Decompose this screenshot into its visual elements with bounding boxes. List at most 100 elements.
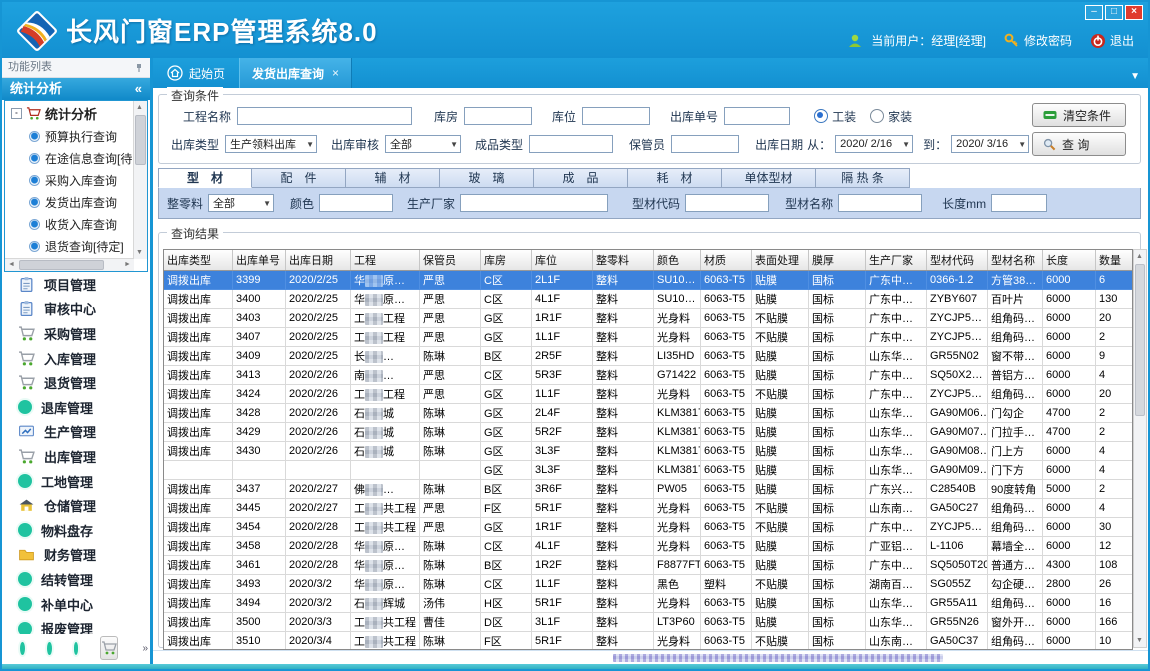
column-header[interactable]: 库房 [481,250,532,271]
table-row[interactable]: 调拨出库34612020/2/28华原…陈琳B区1R2F整料F8877FT606… [164,556,1133,575]
scroll-down-icon[interactable]: ▼ [1134,635,1145,646]
tree-root[interactable]: - 统计分析 [5,101,134,125]
table-row[interactable]: 调拨出库34452020/2/27工共工程严思F区5R1F整料光身料6063-T… [164,499,1133,518]
module-dot-icon[interactable] [74,642,79,655]
sidebar-item-项目管理[interactable]: 项目管理 [4,272,148,297]
material-tab-1[interactable]: 型 材 [158,168,252,188]
table-row[interactable]: 调拨出库34302020/2/26石城陈琳G区3L3F整料KLM38176063… [164,442,1133,461]
scroll-thumb[interactable] [19,260,104,270]
close-button[interactable]: × [1125,5,1143,20]
column-header[interactable]: 库位 [532,250,593,271]
tab-home[interactable]: 起始页 [153,58,239,88]
tab-overflow-icon[interactable]: ▼ [1130,71,1140,82]
section-header[interactable]: 统计分析 « [2,78,150,100]
table-row[interactable]: 调拨出库33992020/2/25华原…严思C区2L1F整料SU10…6063-… [164,271,1133,290]
change-password-button[interactable]: 修改密码 [1004,32,1072,49]
sidebar-item-财务管理[interactable]: 财务管理 [4,543,148,568]
tree-item[interactable]: 发货出库查询 [5,191,134,213]
pin-icon[interactable] [134,63,144,73]
column-header[interactable]: 膜厚 [809,250,866,271]
color-input[interactable] [319,194,393,212]
length-input[interactable] [991,194,1047,212]
material-tab-7[interactable]: 单体型材 [722,168,816,188]
sidebar-item-结转管理[interactable]: 结转管理 [4,567,148,592]
keeper-input[interactable] [671,135,739,153]
column-header[interactable]: 型材名称 [988,250,1043,271]
table-row[interactable]: G区3L3F整料KLM38176063-T5贴膜国标山东华…GA90M09…门下… [164,461,1133,480]
table-row[interactable]: 调拨出库34282020/2/26石城陈琳G区2L4F整料KLM38176063… [164,404,1133,423]
scroll-down-icon[interactable]: ▼ [134,247,145,258]
sidebar-item-退库管理[interactable]: 退库管理 [4,395,148,420]
table-row[interactable]: 调拨出库34932020/3/2华原…陈琳C区1L1F整料黑色塑料不贴膜国标湖南… [164,575,1133,594]
column-header[interactable]: 表面处理 [752,250,809,271]
column-header[interactable]: 整零料 [593,250,654,271]
column-header[interactable]: 颜色 [654,250,701,271]
tree-item[interactable]: 收货入库查询 [5,213,134,235]
sidebar-item-仓储管理[interactable]: 仓储管理 [4,493,148,518]
date-from-picker[interactable]: 2020/ 2/16▼ [835,135,913,153]
radio-jiazhuang[interactable] [870,109,884,123]
sidebar-item-补单中心[interactable]: 补单中心 [4,592,148,617]
table-row[interactable]: 调拨出库34942020/3/2石辉城汤伟H区5R1F整料光身料6063-T5贴… [164,594,1133,613]
scroll-thumb[interactable] [135,115,146,165]
sidebar-item-采购管理[interactable]: 采购管理 [4,321,148,346]
grid-vertical-scrollbar[interactable]: ▲ ▼ [1133,249,1147,648]
more-modules-button[interactable]: » [142,643,148,654]
scroll-right-icon[interactable]: ► [122,259,133,270]
material-tab-5[interactable]: 成 品 [534,168,628,188]
module-dot-icon[interactable] [20,642,25,655]
column-header[interactable]: 长度 [1043,250,1096,271]
project-name-input[interactable] [237,107,412,125]
tab-close-icon[interactable]: × [332,66,339,80]
sidebar-item-入库管理[interactable]: 入库管理 [4,346,148,371]
column-header[interactable]: 型材代码 [927,250,988,271]
sidebar-item-出库管理[interactable]: 出库管理 [4,444,148,469]
column-header[interactable]: 出库日期 [286,250,351,271]
scroll-up-icon[interactable]: ▲ [134,102,145,113]
tree-vertical-scrollbar[interactable]: ▲ ▼ [133,101,147,259]
table-row[interactable]: 调拨出库34242020/2/26工工程严思G区1L1F整料光身料6063-T5… [164,385,1133,404]
table-row[interactable]: 调拨出库34092020/2/25长…陈琳B区2R5F整料LI35HD6063-… [164,347,1133,366]
collapse-icon[interactable]: « [135,78,142,100]
order-no-input[interactable] [724,107,790,125]
sidebar-item-物料盘存[interactable]: 物料盘存 [4,518,148,543]
table-row[interactable]: 调拨出库35102020/3/4工共工程陈琳F区5R1F整料光身料6063-T5… [164,632,1133,651]
scroll-thumb[interactable] [1135,264,1145,416]
material-tab-8[interactable]: 隔 热 条 [816,168,910,188]
sidebar-item-退货管理[interactable]: 退货管理 [4,370,148,395]
radio-gongzhuang[interactable] [814,109,828,123]
table-row[interactable]: 调拨出库34542020/2/28工共工程严思G区1R1F整料光身料6063-T… [164,518,1133,537]
column-header[interactable]: 出库单号 [233,250,286,271]
manufacturer-input[interactable] [460,194,608,212]
tree-item[interactable]: 退货查询[待定] [5,235,134,257]
cart-module-button[interactable] [100,636,118,660]
table-row[interactable]: 调拨出库35002020/3/3工共工程曹佳D区3L1F整料LT3P606063… [164,613,1133,632]
warehouse-input[interactable] [464,107,532,125]
column-header[interactable]: 数量 [1096,250,1134,271]
date-to-picker[interactable]: 2020/ 3/16▼ [951,135,1029,153]
whole-part-select[interactable]: 全部▼ [208,194,274,212]
tree-item[interactable]: 预算执行查询 [5,125,134,147]
material-tab-2[interactable]: 配 件 [252,168,346,188]
column-header[interactable]: 保管员 [420,250,481,271]
material-tab-6[interactable]: 耗 材 [628,168,722,188]
minimize-button[interactable]: – [1085,5,1103,20]
scroll-up-icon[interactable]: ▲ [1134,251,1145,262]
profile-name-input[interactable] [838,194,922,212]
material-tab-3[interactable]: 辅 材 [346,168,440,188]
sidebar-item-工地管理[interactable]: 工地管理 [4,469,148,494]
table-row[interactable]: 调拨出库34002020/2/25华原…严思C区4L1F整料SU10…6063-… [164,290,1133,309]
material-tab-4[interactable]: 玻 璃 [440,168,534,188]
sidebar-item-审核中心[interactable]: 审核中心 [4,297,148,322]
tree-item[interactable]: 在途信息查询[待 [5,147,134,169]
audit-select[interactable]: 全部▼ [385,135,461,153]
tab-active[interactable]: 发货出库查询 × [239,58,352,88]
column-header[interactable]: 生产厂家 [866,250,927,271]
table-row[interactable]: 调拨出库34072020/2/25工工程严思G区1L1F整料光身料6063-T5… [164,328,1133,347]
table-row[interactable]: 调拨出库34582020/2/28华原…陈琳C区4L1F整料光身料6063-T5… [164,537,1133,556]
tree-expander-icon[interactable]: - [11,108,22,119]
location-input[interactable] [582,107,650,125]
tree-horizontal-scrollbar[interactable]: ◄ ► [5,258,134,271]
scroll-left-icon[interactable]: ◄ [6,259,17,270]
table-row[interactable]: 调拨出库34032020/2/25工工程严思G区1R1F整料光身料6063-T5… [164,309,1133,328]
